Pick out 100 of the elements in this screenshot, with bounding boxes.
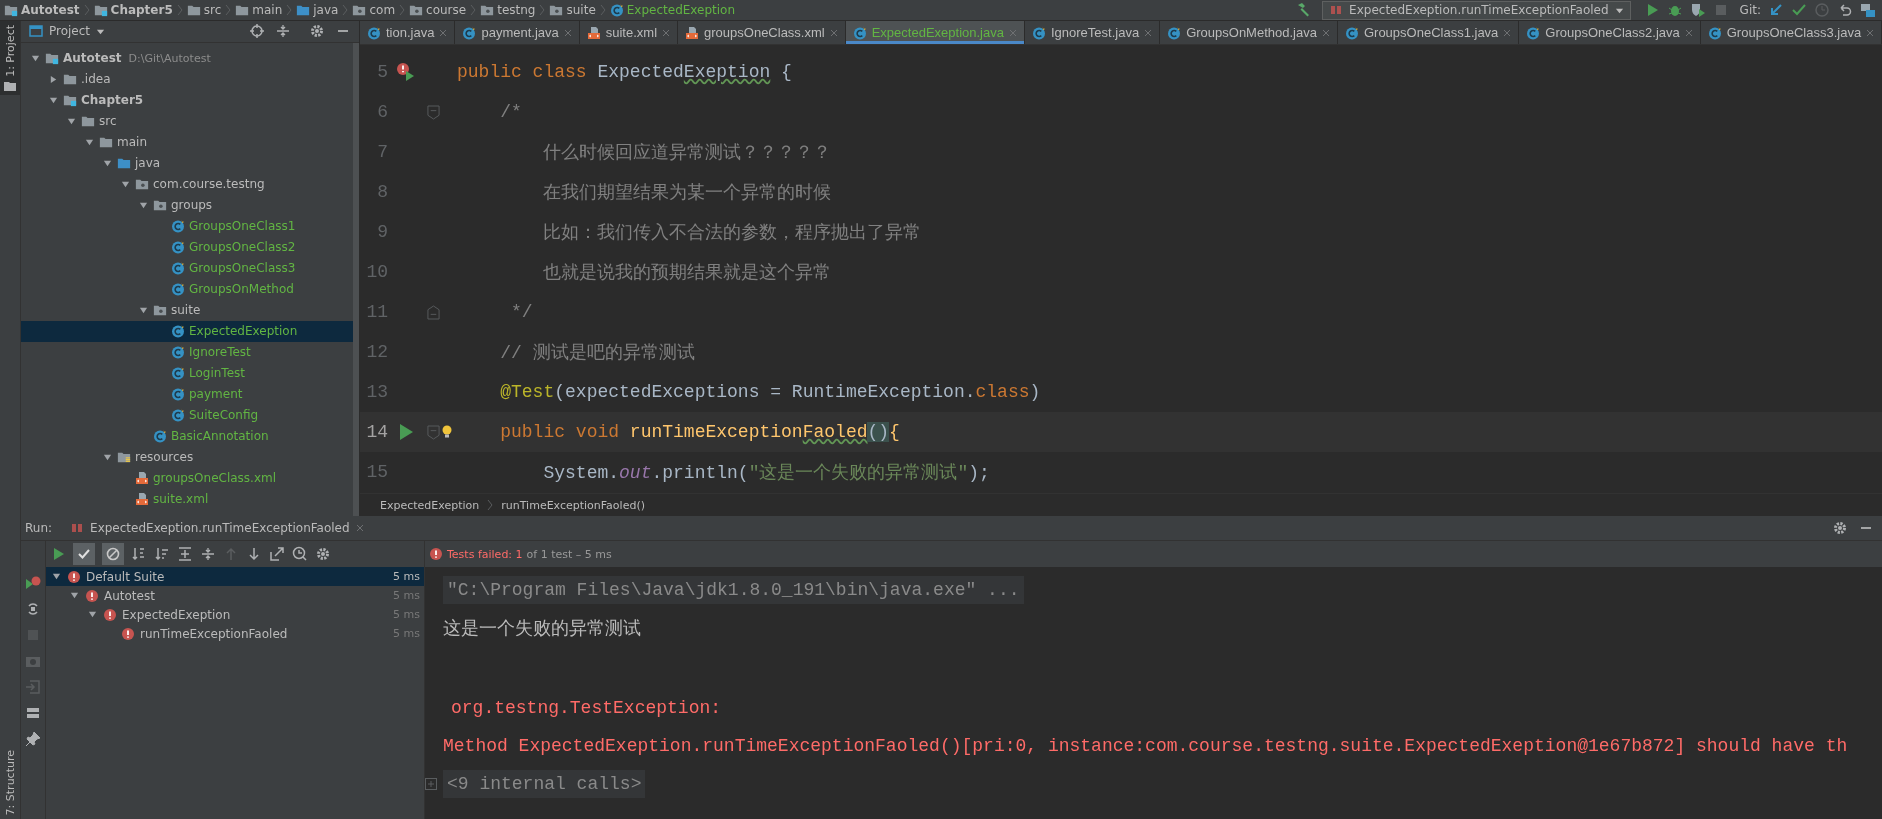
layout-icon[interactable] xyxy=(25,705,41,721)
tree-item[interactable]: java xyxy=(21,152,353,174)
expanded-arrow-icon[interactable] xyxy=(66,116,76,126)
tree-item[interactable]: Autotest D:\Git\Autotest xyxy=(21,47,353,69)
editor-tab[interactable]: GroupsOneClass3.java xyxy=(1700,21,1882,44)
gear-icon[interactable] xyxy=(1832,520,1848,536)
auto-rerun-icon[interactable] xyxy=(25,601,41,617)
editor-tab[interactable]: suite.xml xyxy=(579,21,679,44)
tree-item[interactable]: GroupsOneClass1 xyxy=(21,215,353,237)
structure-tool-tab[interactable]: 7: Structure xyxy=(0,745,20,819)
undo-icon[interactable] xyxy=(1837,2,1853,18)
tree-item[interactable]: SuiteConfig xyxy=(21,404,353,426)
breadcrumb[interactable]: suite xyxy=(549,3,596,17)
sort-alpha-icon[interactable] xyxy=(131,546,147,562)
expanded-arrow-icon[interactable] xyxy=(30,53,40,63)
expanded-arrow-icon[interactable] xyxy=(48,95,58,105)
show-passed-toggle[interactable] xyxy=(73,543,95,565)
breadcrumb[interactable]: java xyxy=(296,3,339,17)
console-line: Method ExpectedExeption.runTimeExceptionFaoled()[pri:0, instance:com.course.testng.suite.ExpectedExeption@1e67b872] should have th xyxy=(443,736,1848,756)
tree-item[interactable]: GroupsOneClass2 xyxy=(21,236,353,258)
tree-item[interactable]: main xyxy=(21,131,353,153)
coverage-icon[interactable] xyxy=(1689,2,1706,18)
test-tree-item[interactable]: Default Suite 5 ms xyxy=(46,567,424,586)
test-summary: of 1 test – 5 ms xyxy=(526,547,612,561)
check-icon[interactable] xyxy=(1791,2,1807,18)
class-icon xyxy=(171,219,185,234)
breadcrumb[interactable]: testng xyxy=(480,3,536,17)
breadcrumb[interactable]: Autotest xyxy=(4,3,80,17)
expanded-arrow-icon[interactable] xyxy=(102,158,112,168)
class-icon xyxy=(609,3,624,17)
editor-tab[interactable]: payment.java xyxy=(455,21,580,44)
expanded-arrow-icon[interactable] xyxy=(102,452,112,462)
breadcrumb[interactable]: main xyxy=(235,3,283,17)
tree-item[interactable]: groupsOneClass.xml xyxy=(21,467,353,489)
editor-tab[interactable]: tion.java xyxy=(360,21,456,44)
tree-item[interactable]: com.course.testng xyxy=(21,173,353,195)
expand-icon[interactable] xyxy=(425,778,437,790)
breadcrumb[interactable]: Chapter5 xyxy=(93,3,173,17)
project-view-dropdown[interactable]: Project xyxy=(29,24,106,39)
test-tree-item[interactable]: Autotest 5 ms xyxy=(46,586,424,605)
folder-icon xyxy=(186,3,201,17)
tree-item[interactable]: payment xyxy=(21,383,353,405)
breadcrumb[interactable]: src xyxy=(186,3,222,17)
tree-item[interactable]: BasicAnnotation xyxy=(21,425,353,447)
tree-item[interactable]: .idea xyxy=(21,68,353,90)
tree-item[interactable]: suite xyxy=(21,299,353,321)
expanded-arrow-icon[interactable] xyxy=(138,305,148,315)
structure-icon[interactable] xyxy=(1860,2,1876,18)
rerun-failed-icon[interactable] xyxy=(25,575,41,591)
tree-item[interactable]: suite.xml xyxy=(21,488,353,510)
tree-item[interactable]: GroupsOneClass3 xyxy=(21,257,353,279)
expanded-arrow-icon[interactable] xyxy=(138,200,148,210)
collapse-all-icon[interactable] xyxy=(200,546,216,562)
project-tool-tab[interactable]: 1: Project xyxy=(0,21,20,95)
show-ignored-toggle[interactable] xyxy=(102,543,124,565)
tree-item[interactable]: ExpectedExeption xyxy=(21,320,353,342)
test-tree-item[interactable]: ExpectedExeption 5 ms xyxy=(46,605,424,624)
tree-item[interactable]: GroupsOnMethod xyxy=(21,278,353,300)
breadcrumb[interactable]: ExpectedExeption xyxy=(609,3,736,17)
editor-tab[interactable]: ExpectedExeption.java xyxy=(845,21,1025,44)
sort-duration-icon[interactable] xyxy=(154,546,170,562)
expanded-arrow-icon[interactable] xyxy=(120,179,130,189)
test-tree-item[interactable]: runTimeExceptionFaoled 5 ms xyxy=(46,624,424,643)
code-text: Expected xyxy=(597,62,684,82)
run-configuration-dropdown[interactable]: ExpectedExeption.runTimeExceptionFaoled xyxy=(1322,0,1631,20)
resources-folder-icon xyxy=(117,450,131,465)
editor-tab[interactable]: IgnoreTest.java xyxy=(1024,21,1161,44)
collapsed-arrow-icon[interactable] xyxy=(48,74,58,84)
editor-tab[interactable]: GroupsOneClass1.java xyxy=(1337,21,1520,44)
folded-lines[interactable]: <9 internal calls> xyxy=(443,770,646,798)
export-icon[interactable] xyxy=(269,546,285,562)
tree-item[interactable]: resources xyxy=(21,446,353,468)
tree-item[interactable]: IgnoreTest xyxy=(21,341,353,363)
lightbulb-icon[interactable] xyxy=(442,425,452,439)
tree-item[interactable]: LoginTest xyxy=(21,362,353,384)
folder-icon xyxy=(63,72,77,87)
tree-item[interactable]: Chapter5 xyxy=(21,89,353,111)
run-failed-icon[interactable] xyxy=(396,62,416,82)
code-breadcrumb[interactable]: ExpectedExeption xyxy=(380,498,480,512)
line-number: 14 xyxy=(365,422,388,442)
editor-tab[interactable]: groupsOneClass.xml xyxy=(678,21,846,44)
editor-tab[interactable]: GroupsOnMethod.java xyxy=(1160,21,1338,44)
tree-item[interactable]: groups xyxy=(21,194,353,216)
collapse-all-icon[interactable] xyxy=(275,23,291,40)
update-icon[interactable] xyxy=(1768,2,1784,18)
expand-all-icon[interactable] xyxy=(177,546,193,562)
class-icon xyxy=(171,387,185,402)
package-icon xyxy=(135,177,149,192)
gear-icon[interactable] xyxy=(315,546,331,562)
breadcrumb[interactable]: course xyxy=(409,3,467,17)
expanded-arrow-icon[interactable] xyxy=(84,137,94,147)
code-breadcrumb[interactable]: runTimeExceptionFaoled() xyxy=(501,498,645,512)
arrow-down-icon[interactable] xyxy=(246,546,262,562)
tree-item[interactable]: src xyxy=(21,110,353,132)
breadcrumb[interactable]: com xyxy=(352,3,396,17)
gear-icon[interactable] xyxy=(309,23,325,40)
target-icon[interactable] xyxy=(249,23,265,40)
editor-tab[interactable]: GroupsOneClass2.java xyxy=(1519,21,1701,44)
history-icon[interactable] xyxy=(292,546,308,562)
pin-icon[interactable] xyxy=(25,731,41,747)
